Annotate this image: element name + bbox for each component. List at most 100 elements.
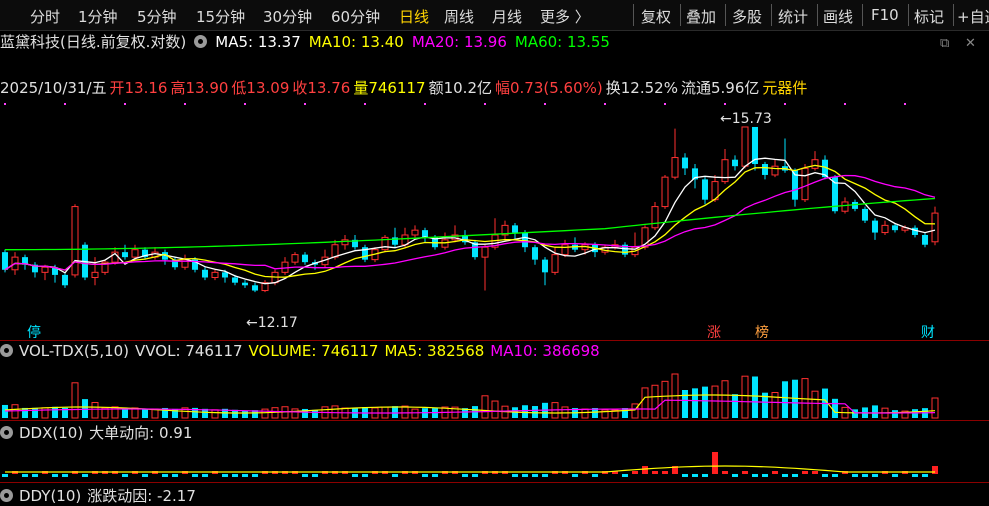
candle-body [771, 165, 779, 176]
ddx-bar [2, 474, 8, 477]
settings-icon[interactable] [0, 426, 13, 439]
volume-bar [312, 409, 318, 418]
ddx-bar [722, 471, 728, 474]
ddx-bar [122, 474, 128, 477]
ddx-bar [422, 474, 428, 477]
ddx-bar [362, 474, 368, 477]
volume-bar [91, 402, 99, 419]
candle-body [202, 269, 208, 278]
candle-body [762, 164, 768, 175]
event-dot [304, 103, 306, 105]
candle-body [331, 244, 339, 258]
event-dot [424, 103, 426, 105]
ddy-pane-header: DDY(10) 涨跌动因: -2.17 [0, 485, 202, 506]
ddx-bar [192, 474, 198, 477]
volume-bar [912, 409, 918, 418]
volume-bar [41, 407, 49, 419]
ddx-bar [522, 474, 528, 477]
event-dot [64, 103, 66, 105]
ddx-bar [732, 474, 738, 477]
candle-body [551, 254, 559, 273]
settings-icon[interactable] [0, 344, 13, 357]
candle-body [41, 266, 49, 273]
volume-bar [771, 391, 779, 419]
volume-bar [71, 382, 79, 419]
candle-body [801, 167, 809, 201]
suspend-marker[interactable]: 停 [27, 322, 41, 342]
ddx-bar [822, 474, 828, 477]
dragon-list-marker[interactable]: 榜 [755, 322, 769, 342]
volume-label: VOLUME: 746117 [248, 342, 379, 360]
event-dot [904, 103, 906, 105]
vol-ma5-label: MA5: 382568 [384, 342, 485, 360]
ddx-bar [532, 474, 538, 477]
ddx-bar [652, 471, 658, 474]
high-price-label: ←15.73 [720, 111, 772, 127]
event-dot [724, 103, 726, 105]
volume-bar [581, 408, 589, 419]
candle-body [741, 126, 749, 167]
ddx-bar [872, 474, 878, 477]
candle-body [481, 246, 489, 258]
ddx-bar [432, 474, 438, 477]
event-dot [364, 103, 366, 105]
volume-bar [702, 386, 708, 418]
volume-bar [82, 399, 88, 418]
candle-body [542, 259, 548, 273]
volume-bar [32, 407, 38, 418]
limit-up-marker[interactable]: 涨 [707, 322, 721, 342]
settings-icon[interactable] [0, 489, 13, 502]
candle-body [702, 179, 708, 200]
ddx-value: 大单动向: 0.91 [89, 424, 193, 442]
candle-body [561, 244, 569, 256]
candle-body [661, 176, 669, 208]
volume-bar [682, 390, 688, 418]
event-dot [4, 103, 6, 105]
ddx-bar [912, 474, 918, 477]
event-dot [244, 103, 246, 105]
ddx-bar [202, 474, 208, 477]
ddx-bar [752, 474, 758, 477]
volume-bar [491, 400, 499, 419]
volume-bar [522, 405, 528, 418]
candle-body [302, 254, 308, 263]
volume-bar [752, 376, 758, 418]
ddx-indicator-name[interactable]: DDX(10) [19, 424, 83, 442]
ddx-pane-header: DDX(10) 大单动向: 0.91 [0, 422, 198, 443]
candle-body [732, 159, 738, 167]
event-dot [124, 103, 126, 105]
vol-indicator-name[interactable]: VOL-TDX(5,10) [19, 342, 129, 360]
candle-body [841, 201, 849, 212]
event-dot [664, 103, 666, 105]
volume-bar [872, 405, 878, 418]
candle-body [651, 206, 659, 229]
candle-body [862, 208, 868, 221]
ddx-bar [252, 474, 258, 477]
ddx-bar [512, 474, 518, 477]
ddx-bar [32, 474, 38, 477]
ddx-bar [742, 471, 748, 474]
ddx-bar [592, 474, 598, 477]
candle-body [671, 157, 679, 178]
candle-body [931, 212, 939, 243]
candle-body [91, 271, 99, 278]
ddy-indicator-name[interactable]: DDY(10) [19, 487, 81, 505]
volume-pane-header: VOL-TDX(5,10) VVOL: 746117 VOLUME: 746117 M… [0, 342, 606, 360]
event-dot [784, 103, 786, 105]
volume-bar [892, 410, 898, 418]
event-dot [484, 103, 486, 105]
volume-bar [142, 409, 148, 418]
ddx-bar [832, 474, 838, 477]
candle-body [811, 159, 819, 169]
vvol-label: VVOL: 746117 [135, 342, 243, 360]
financial-report-marker[interactable]: 财 [921, 322, 935, 342]
candle-body [2, 252, 8, 270]
ddx-bar [662, 471, 668, 474]
ddx-bar [702, 474, 708, 477]
ddx-bar [232, 474, 238, 477]
ddx-bar [352, 474, 358, 477]
ddx-bar [472, 474, 478, 477]
candle-body [532, 247, 538, 260]
low-price-label: ←12.17 [246, 315, 298, 331]
ddx-bar [762, 474, 768, 477]
